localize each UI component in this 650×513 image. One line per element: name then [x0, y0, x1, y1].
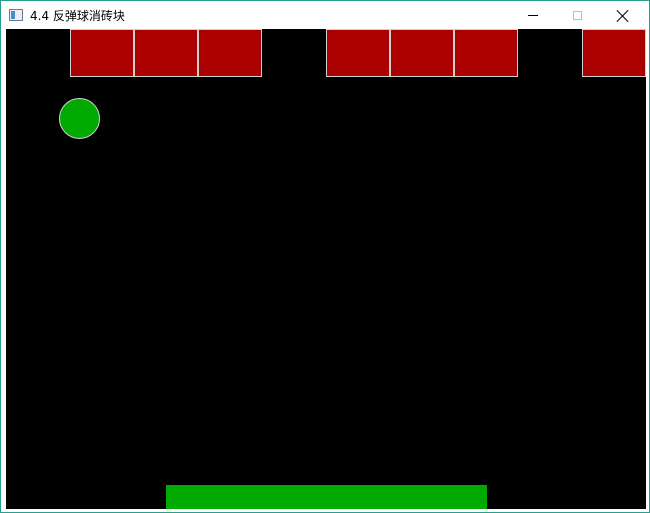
maximize-icon	[572, 11, 582, 20]
ball	[59, 98, 100, 139]
game-window: 4.4 反弹球消砖块	[0, 0, 650, 513]
paddle[interactable]	[166, 485, 487, 509]
brick	[390, 29, 454, 77]
close-button[interactable]	[600, 2, 646, 29]
game-canvas[interactable]	[6, 29, 646, 509]
brick	[198, 29, 262, 77]
minimize-button[interactable]	[510, 2, 556, 29]
window-title: 4.4 反弹球消砖块	[30, 9, 125, 23]
brick	[582, 29, 646, 77]
brick	[454, 29, 518, 77]
brick	[326, 29, 390, 77]
brick	[70, 29, 134, 77]
app-window-icon[interactable]	[9, 9, 23, 21]
maximize-button	[554, 2, 600, 29]
minimize-icon	[528, 15, 538, 16]
brick	[134, 29, 198, 77]
close-icon	[617, 10, 629, 22]
